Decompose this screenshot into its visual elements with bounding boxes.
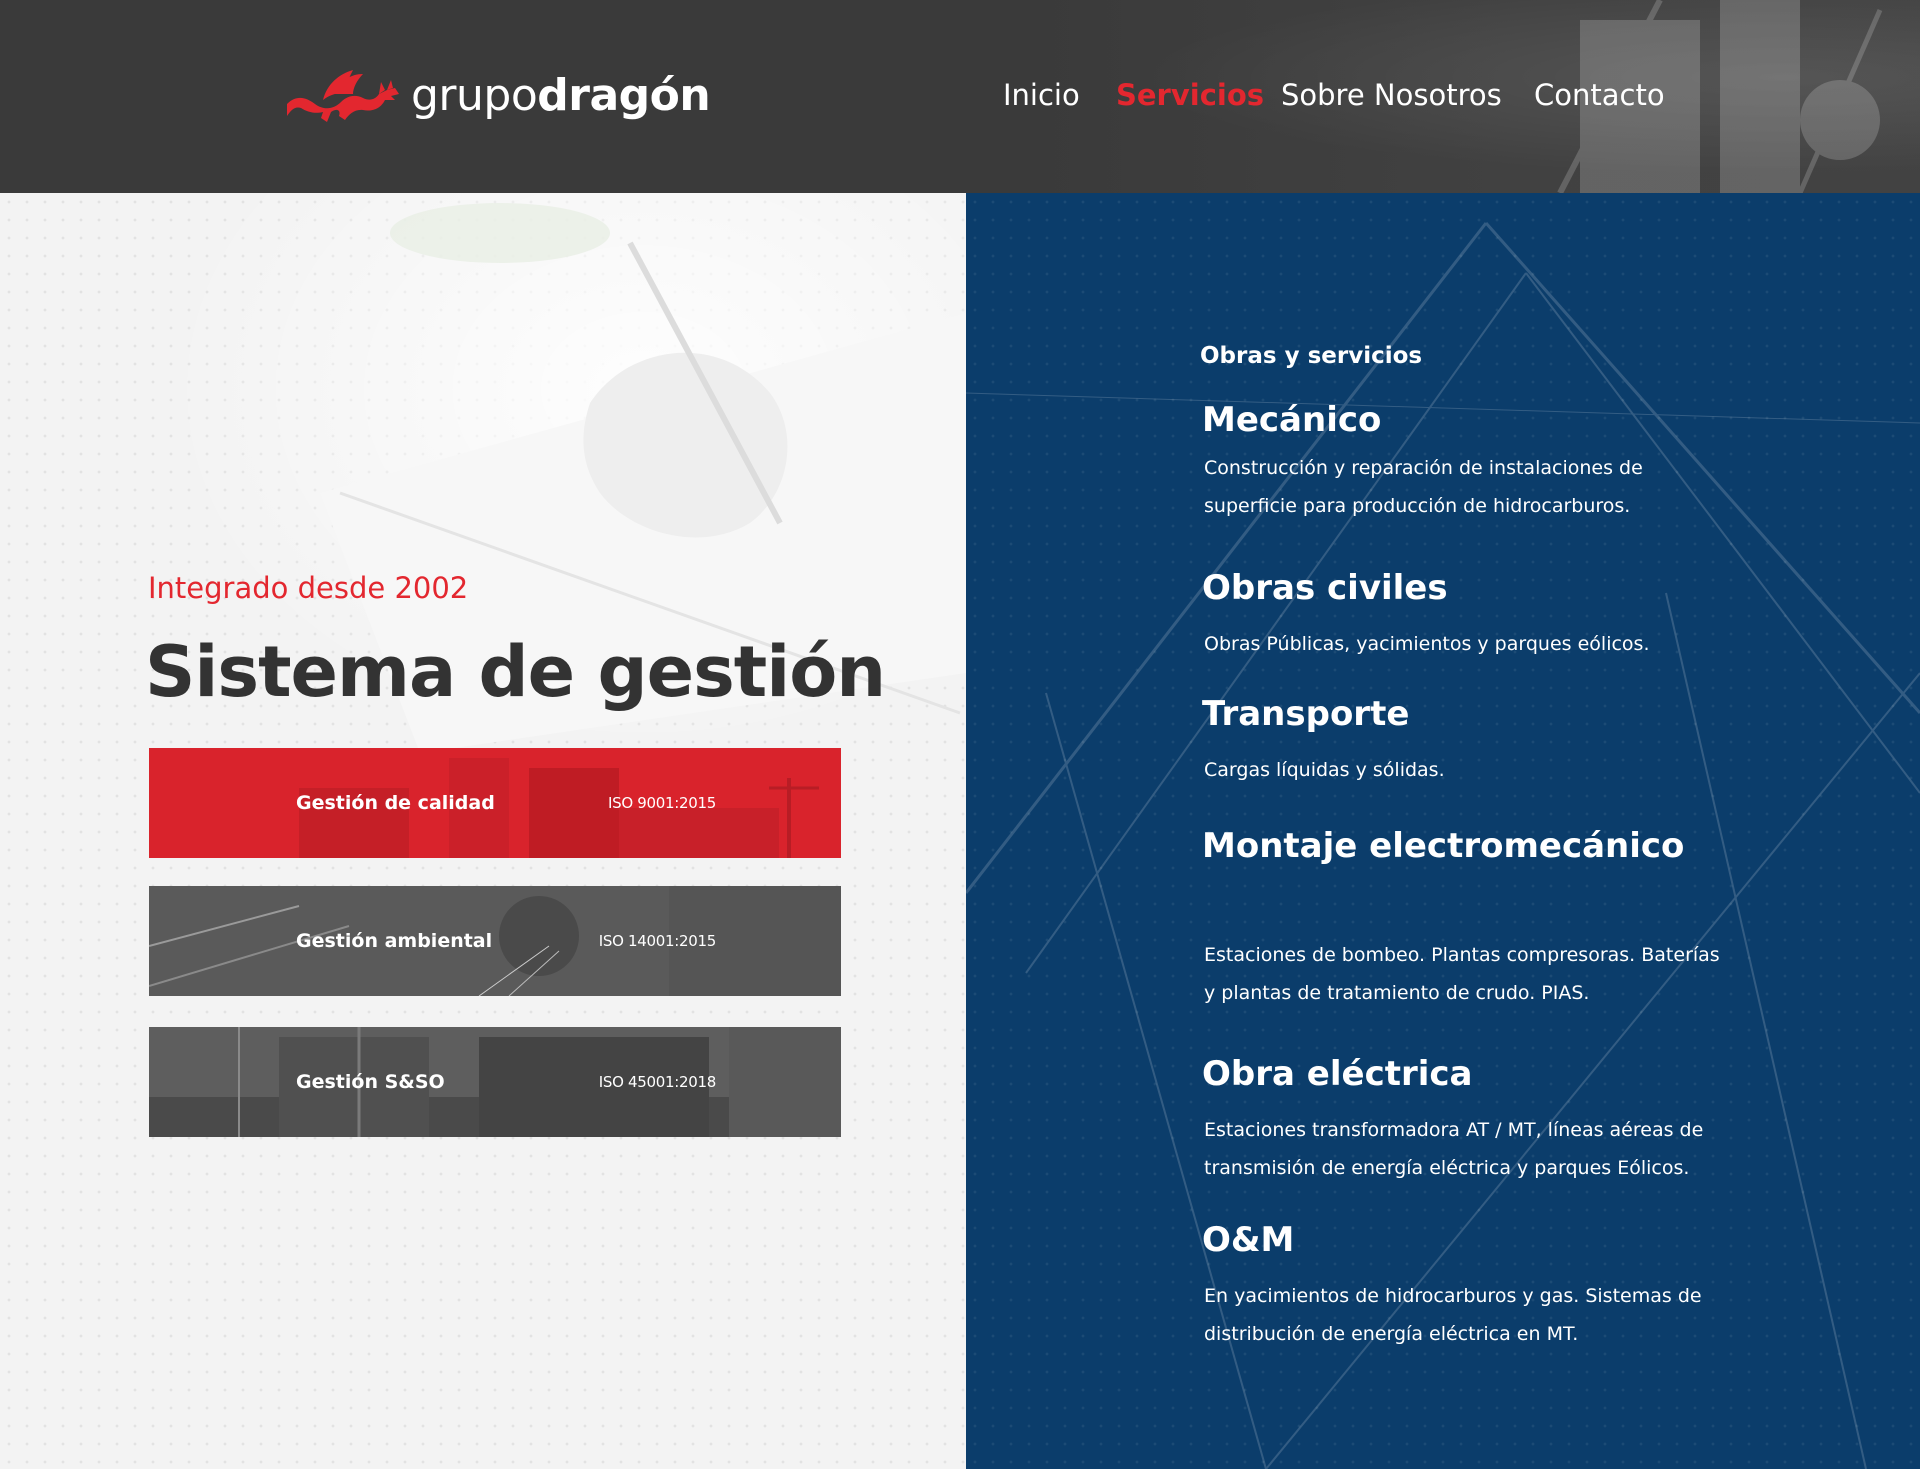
management-system-section: Integrado desde 2002 Sistema de gestión …: [0, 193, 966, 1469]
service-title: Mecánico: [1202, 400, 1382, 440]
cert-card-background: [149, 748, 841, 858]
service-description: Estaciones de bombeo. Plantas compresora…: [1204, 944, 1720, 1004]
service-title: O&M: [1202, 1220, 1295, 1260]
logo-wordmark: grupodragón: [411, 69, 711, 121]
cert-name: Gestión S&SO: [296, 1071, 445, 1093]
services-heading: Obras y servicios: [1200, 343, 1423, 369]
cert-iso: ISO 45001:2018: [598, 1073, 717, 1091]
cert-card-background: [149, 886, 841, 996]
logo-text-bold: dragón: [537, 69, 711, 121]
logo-text-light: grupo: [411, 69, 538, 121]
page-title: Sistema de gestión: [145, 631, 886, 713]
nav-item-contacto[interactable]: Contacto: [1534, 78, 1665, 112]
cert-iso: ISO 14001:2015: [598, 932, 717, 950]
service-title: Obra eléctrica: [1202, 1054, 1473, 1094]
dragon-icon: [287, 70, 399, 122]
cert-card-quality[interactable]: Gestión de calidad ISO 9001:2015: [149, 748, 841, 858]
site-header: grupodragón Inicio Servicios Sobre Nosot…: [0, 0, 1920, 193]
cert-card-background: [149, 1027, 841, 1137]
site-logo[interactable]: grupodragón: [283, 64, 711, 126]
service-description: Estaciones transformadora AT / MT, línea…: [1204, 1119, 1704, 1179]
nav-item-servicios[interactable]: Servicios: [1116, 78, 1264, 112]
services-section: Obras y servicios Mecánico Construcción …: [966, 193, 1920, 1469]
cert-iso: ISO 9001:2015: [607, 794, 716, 812]
service-title: Montaje electromecánico: [1202, 826, 1685, 866]
cert-card-environmental[interactable]: Gestión ambiental ISO 14001:2015: [149, 886, 841, 996]
service-description: Cargas líquidas y sólidas.: [1204, 759, 1445, 781]
service-description: Obras Públicas, yacimientos y parques eó…: [1204, 633, 1650, 655]
cert-card-health-safety[interactable]: Gestión S&SO ISO 45001:2018: [149, 1027, 841, 1137]
nav-item-inicio[interactable]: Inicio: [1003, 78, 1080, 112]
nav-item-sobre-nosotros[interactable]: Sobre Nosotros: [1281, 78, 1502, 112]
section-subtitle: Integrado desde 2002: [148, 571, 469, 605]
service-title: Obras civiles: [1202, 568, 1448, 608]
service-description: En yacimientos de hidrocarburos y gas. S…: [1204, 1285, 1702, 1345]
service-description: Construcción y reparación de instalacion…: [1204, 457, 1643, 517]
cert-name: Gestión ambiental: [296, 930, 493, 952]
cert-name: Gestión de calidad: [296, 792, 495, 814]
service-title: Transporte: [1202, 694, 1410, 734]
